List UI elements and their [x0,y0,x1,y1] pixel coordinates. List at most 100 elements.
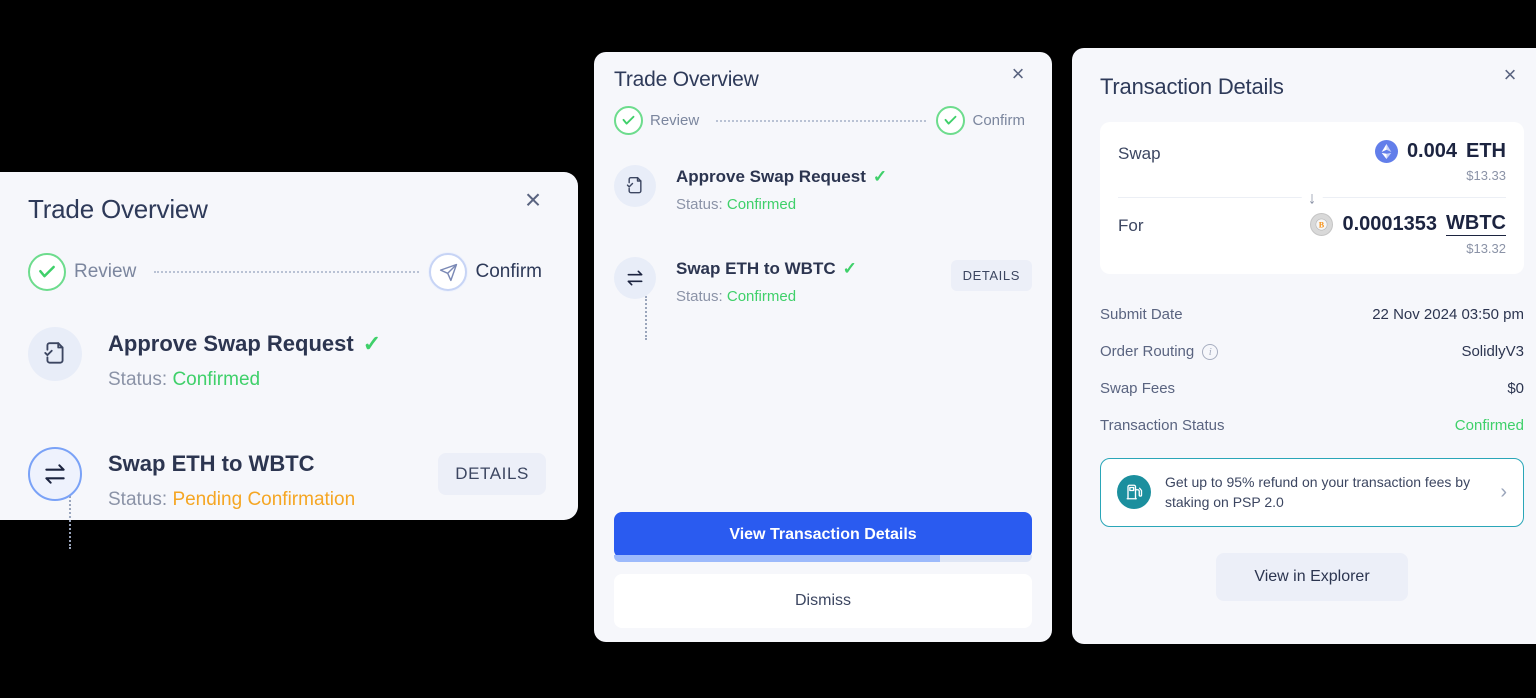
progress-stepper: Review Confirm [614,106,1032,135]
swap-from-row: Swap 0.004 ETH $13.33 [1118,122,1506,197]
task-title-row: Approve Swap Request ✓ [108,331,550,357]
task-status-label: Status: [108,369,168,390]
document-check-icon [28,327,82,381]
check-icon [39,265,55,278]
task-status-value: Confirmed [172,369,261,390]
detail-row-submit-date: Submit Date 22 Nov 2024 03:50 pm [1100,296,1524,333]
swap-to-symbol[interactable]: WBTC [1446,212,1506,236]
task-status: Status: Pending Confirmation [108,489,438,511]
detail-row-transaction-status: Transaction Status Confirmed [1100,407,1524,444]
task-status: Status: Confirmed [676,196,1032,213]
task-list: Approve Swap Request ✓ Status: Confirmed… [614,165,1032,340]
step-review-label: Review [74,261,137,282]
task-body: Swap ETH to WBTC Status: Pending Confirm… [108,447,438,511]
gas-pump-icon [1117,475,1151,510]
document-check-icon [614,165,656,207]
dismiss-button[interactable]: Dismiss [614,574,1032,628]
swap-summary-card: Swap 0.004 ETH $13.33 ↓ For B 0.0001353 … [1100,122,1524,274]
task-row: Swap ETH to WBTC Status: Pending Confirm… [28,447,550,511]
task-title: Swap ETH to WBTC [108,451,315,476]
detail-key-label: Order Routing [1100,343,1195,360]
document-check-glyph [626,176,642,194]
transaction-details-panel: Transaction Details × Swap 0.004 ETH $13… [1072,48,1536,644]
panel-header: Trade Overview × [28,172,550,225]
arrow-down-icon: ↓ [1301,189,1323,207]
close-icon[interactable]: × [1496,48,1524,86]
detail-key: Order Routing i [1100,343,1219,360]
swap-from-label: Swap [1118,144,1161,163]
task-row: Approve Swap Request ✓ Status: Confirmed [614,165,1032,213]
progress-bar-fill [614,555,941,562]
view-transaction-details-button[interactable]: View Transaction Details [614,512,1032,558]
trade-overview-panel-pending: Trade Overview × Review Confirm Approve … [0,172,578,549]
svg-text:B: B [1319,220,1325,229]
task-check-icon: ✓ [362,331,382,356]
details-button[interactable]: DETAILS [950,260,1032,291]
view-in-explorer-button[interactable]: View in Explorer [1216,552,1408,601]
page-title: Trade Overview [28,194,208,224]
detail-key-label: Transaction Status [1100,417,1225,434]
task-title: Approve Swap Request [108,331,354,356]
swap-to-row: For B 0.0001353 WBTC $13.32 [1118,198,1506,274]
swap-to-amount-row: B 0.0001353 WBTC [1310,212,1506,236]
stepper-connector-line [716,119,927,122]
close-icon[interactable]: × [1004,52,1032,85]
bitcoin-glyph: B [1316,218,1328,230]
swap-from-symbol: ETH [1466,140,1506,162]
screen-root: Trade Overview × Review Confirm Approve … [0,0,1536,698]
detail-key: Swap Fees [1100,380,1175,397]
swap-to-amount: 0.0001353 [1342,212,1438,235]
swap-arrows-glyph [45,464,65,484]
step-review-label: Review [650,112,700,129]
trade-overview-panel-confirmed: Trade Overview × Review Confirm Approve … [594,52,1052,642]
task-status: Status: Confirmed [108,369,550,391]
step-review-circle [28,253,66,291]
task-title: Swap ETH to WBTC [676,259,836,278]
task-status: Status: Confirmed [676,288,951,305]
detail-value: 22 Nov 2024 03:50 pm [1372,306,1524,323]
page-title: Trade Overview [614,68,759,91]
send-plane-icon [439,263,458,281]
document-check-glyph [44,342,64,364]
chevron-right-icon: › [1500,480,1507,503]
promo-text: Get up to 95% refund on your transaction… [1165,474,1471,511]
ethereum-icon [1374,140,1398,163]
info-icon[interactable]: i [1202,343,1219,360]
progress-stepper: Review Confirm [28,253,550,291]
page-title: Transaction Details [1100,74,1284,99]
step-review-circle [614,106,643,135]
staking-promo-banner[interactable]: Get up to 95% refund on your transaction… [1100,458,1524,527]
check-icon [945,115,957,125]
detail-key-label: Swap Fees [1100,380,1176,397]
details-button[interactable]: DETAILS [438,453,546,495]
swap-to-values: B 0.0001353 WBTC $13.32 [1310,212,1506,256]
task-title-row: Approve Swap Request ✓ [676,167,1032,187]
swap-from-values: 0.004 ETH $13.33 [1374,140,1506,183]
panel-header: Trade Overview × [614,52,1032,92]
explorer-button-wrap: View in Explorer [1100,552,1524,601]
swap-from-amount: 0.004 [1406,140,1457,162]
detail-value: SolidlyV3 [1461,343,1524,360]
task-body: Approve Swap Request ✓ Status: Confirmed [108,327,550,391]
check-icon [622,115,635,125]
detail-key: Submit Date [1100,306,1183,323]
task-status-value: Pending Confirmation [172,489,356,510]
swap-from-amount-row: 0.004 ETH [1374,140,1506,163]
swap-divider: ↓ [1118,189,1506,207]
progress-bar [614,555,1032,562]
task-row: Swap ETH to WBTC ✓ Status: Confirmed DET… [614,257,1032,305]
task-list: Approve Swap Request ✓ Status: Confirmed [28,327,550,549]
swap-arrows-icon [614,257,656,299]
ethereum-glyph [1381,144,1392,159]
detail-row-order-routing: Order Routing i SolidlyV3 [1100,333,1524,370]
swap-from-usd: $13.33 [1466,168,1506,183]
swap-arrows-icon [28,447,82,501]
detail-key-label: Submit Date [1100,306,1183,323]
task-row: Approve Swap Request ✓ Status: Confirmed [28,327,550,391]
close-icon[interactable]: × [516,172,550,214]
status-badge: Confirmed [1454,417,1524,434]
task-status-label: Status: [108,489,168,510]
step-confirm-circle [429,253,468,291]
task-body: Swap ETH to WBTC ✓ Status: Confirmed [676,257,951,305]
